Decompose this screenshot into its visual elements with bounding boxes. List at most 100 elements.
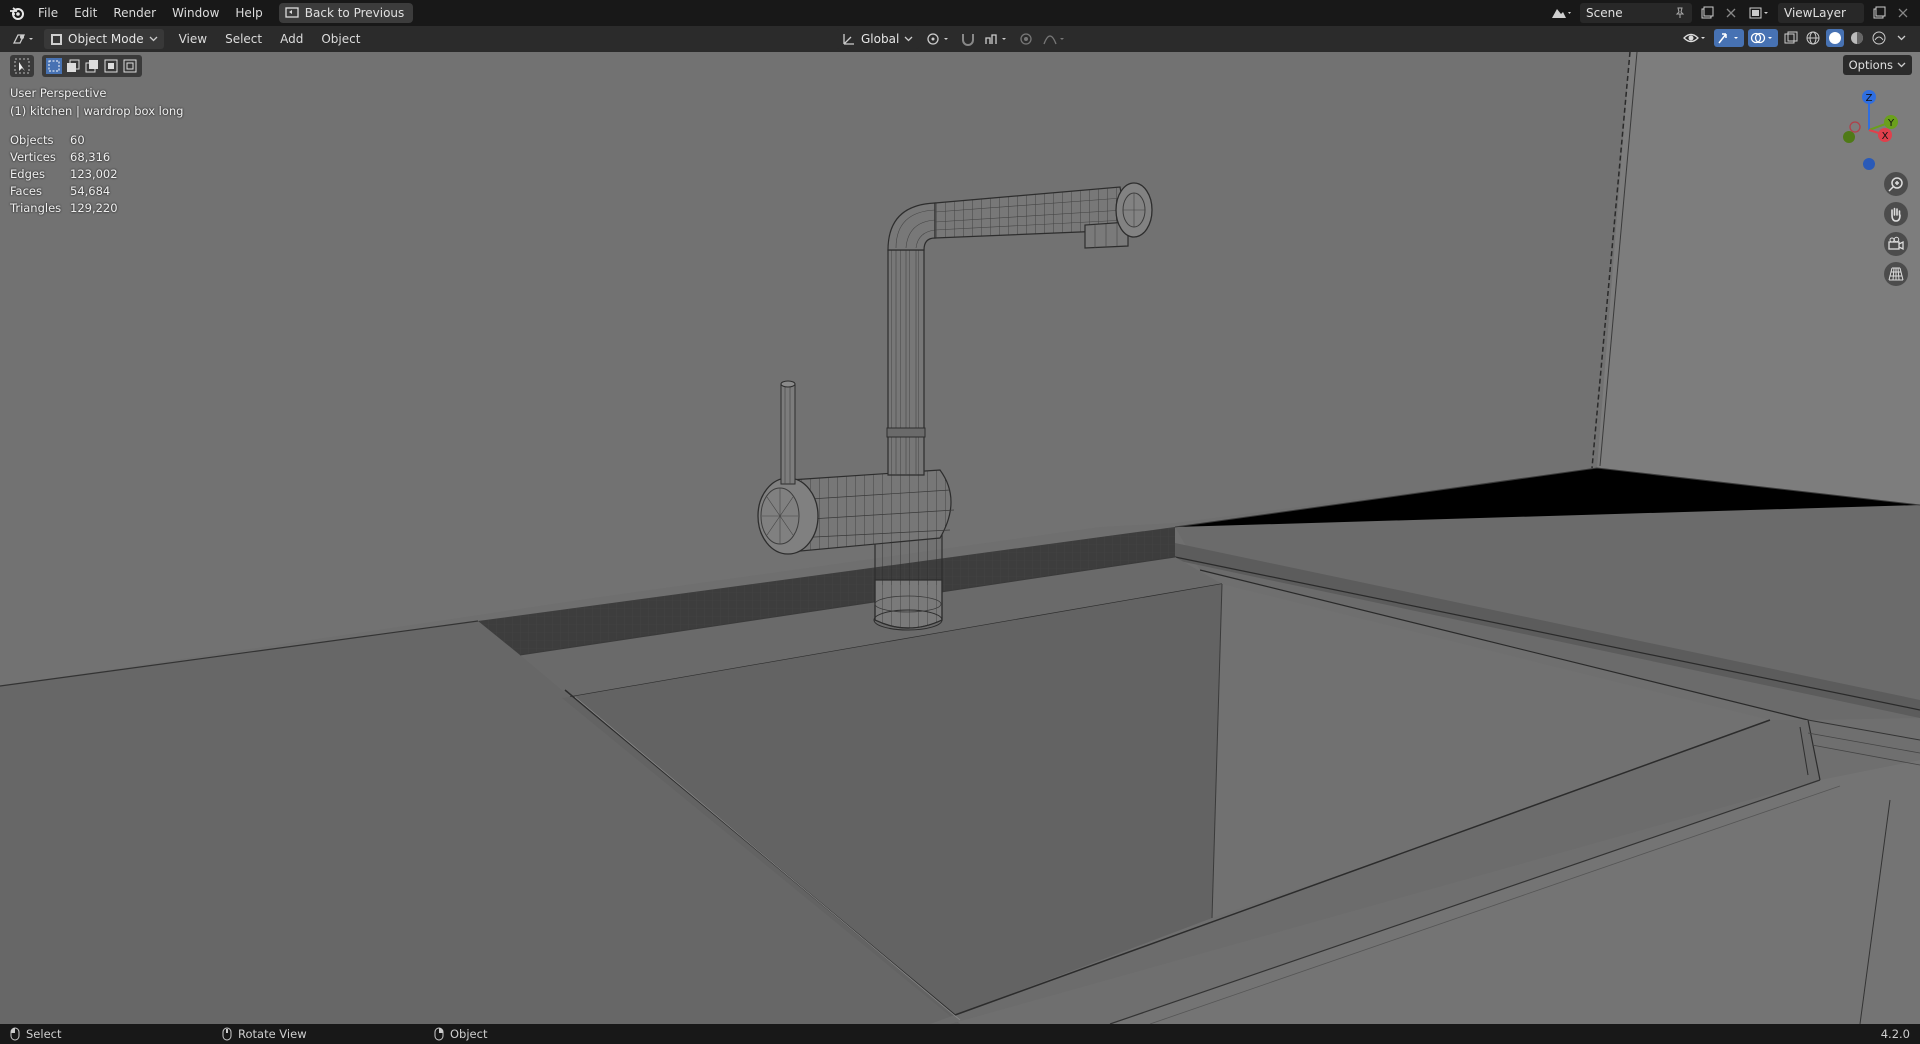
status-select-label: Select — [26, 1027, 62, 1041]
back-button-label: Back to Previous — [304, 6, 405, 20]
chevron-down-icon — [1897, 62, 1906, 68]
zoom-icon — [1888, 177, 1903, 192]
scene-name: Scene — [1586, 6, 1623, 20]
wireframe-shading-icon[interactable] — [1804, 29, 1822, 47]
camera-icon — [1888, 236, 1904, 251]
stat-value: 54,684 — [70, 184, 111, 198]
header-menu-select[interactable]: Select — [216, 32, 271, 46]
orientation-icon — [843, 34, 854, 45]
stat-row: Edges 123,002 — [10, 166, 118, 183]
camera-view-button[interactable] — [1884, 232, 1908, 256]
object-mode-dropdown[interactable]: Object Mode — [44, 29, 164, 49]
navigation-gizmo[interactable]: Z Y X — [1824, 85, 1914, 175]
scene-selector-icon[interactable] — [1548, 4, 1574, 22]
snap-target-icon[interactable] — [983, 30, 1011, 48]
menu-help[interactable]: Help — [227, 0, 270, 26]
view-layer-field[interactable]: ViewLayer — [1778, 3, 1864, 23]
falloff-icon[interactable] — [1041, 30, 1069, 48]
menu-render[interactable]: Render — [105, 0, 164, 26]
cursor-icon — [14, 58, 30, 74]
tool-settings — [10, 55, 142, 77]
back-to-previous-button[interactable]: Back to Previous — [278, 3, 414, 23]
stat-value: 60 — [70, 133, 85, 147]
stat-row: Triangles 129,220 — [10, 200, 118, 217]
orthographic-toggle-button[interactable] — [1884, 262, 1908, 286]
menu-window[interactable]: Window — [164, 0, 227, 26]
3d-viewport[interactable]: User Perspective (1) kitchen | wardrop b… — [0, 52, 1920, 1024]
view-layer-selector-icon[interactable] — [1746, 4, 1772, 22]
view-layer-name: ViewLayer — [1784, 6, 1846, 20]
axis-neg-z-handle[interactable] — [1863, 158, 1875, 170]
select-new-icon[interactable] — [46, 58, 62, 74]
hand-icon — [1891, 207, 1901, 222]
select-subtract-icon[interactable] — [84, 58, 100, 74]
shading-options-icon[interactable] — [1892, 29, 1910, 47]
menu-file[interactable]: File — [30, 0, 66, 26]
selection-mode-group — [42, 55, 142, 77]
stat-row: Vertices 68,316 — [10, 149, 118, 166]
axis-y-label: Y — [1887, 118, 1895, 129]
select-extend-icon[interactable] — [65, 58, 81, 74]
visibility-icon[interactable] — [1682, 29, 1710, 47]
axis-neg-y-handle[interactable] — [1843, 131, 1855, 143]
header-menu-add[interactable]: Add — [271, 32, 312, 46]
material-shading-icon[interactable] — [1848, 29, 1866, 47]
viewport-header: Object Mode View Select Add Object Globa… — [0, 26, 1920, 52]
new-scene-icon[interactable] — [1698, 4, 1716, 22]
stat-row: Faces 54,684 — [10, 183, 118, 200]
scene-controls: Scene ViewLayer — [1548, 0, 1912, 26]
version-label: 4.2.0 — [1880, 1027, 1910, 1041]
select-invert-icon[interactable] — [103, 58, 119, 74]
object-mode-label: Object Mode — [68, 32, 144, 46]
status-bar: Select Rotate View Object 4.2.0 — [0, 1024, 1920, 1044]
zoom-view-button[interactable] — [1884, 172, 1908, 196]
status-object-label: Object — [450, 1027, 488, 1041]
header-menu-object[interactable]: Object — [312, 32, 369, 46]
delete-scene-icon[interactable] — [1722, 4, 1740, 22]
chevron-down-icon — [904, 36, 913, 42]
stat-label: Faces — [10, 184, 42, 198]
editor-type-icon[interactable] — [10, 30, 38, 48]
object-mode-icon — [51, 33, 62, 45]
grid-icon — [1888, 267, 1904, 281]
stat-label: Triangles — [10, 201, 62, 215]
header-menu-view[interactable]: View — [170, 32, 216, 46]
select-tool-button[interactable] — [10, 55, 34, 77]
options-label: Options — [1848, 58, 1893, 72]
transform-orientation-label: Global — [861, 32, 900, 46]
scene-statistics: Objects 60 Vertices 68,316 Edges 123,002 Fa… — [10, 132, 118, 217]
proportional-editing-icon[interactable] — [1017, 30, 1035, 48]
snap-toggle-icon[interactable] — [959, 30, 977, 48]
perspective-label: User Perspective — [10, 86, 107, 100]
menu-edit[interactable]: Edit — [66, 0, 105, 26]
axis-neg-x-handle[interactable] — [1849, 121, 1861, 133]
stat-label: Vertices — [10, 150, 56, 164]
new-view-layer-icon[interactable] — [1870, 4, 1888, 22]
options-dropdown[interactable]: Options — [1842, 55, 1912, 75]
transform-orientation-dropdown[interactable]: Global — [836, 29, 920, 49]
blender-logo-icon[interactable] — [8, 4, 26, 22]
delete-view-layer-icon[interactable] — [1894, 4, 1912, 22]
stat-row: Objects 60 — [10, 132, 118, 149]
pan-view-button[interactable] — [1884, 202, 1908, 226]
pin-icon — [1675, 7, 1685, 18]
screen-icon — [285, 7, 299, 18]
scene-render[interactable] — [0, 52, 1920, 1024]
solid-shading-icon[interactable] — [1826, 29, 1844, 47]
status-object: Object — [434, 1027, 487, 1041]
axis-z-label: Z — [1866, 93, 1873, 104]
rendered-shading-icon[interactable] — [1870, 29, 1888, 47]
active-object-label: (1) kitchen | wardrop box long — [10, 104, 184, 118]
select-intersect-icon[interactable] — [122, 58, 138, 74]
top-bar: File Edit Render Window Help Back to Pre… — [0, 0, 1920, 26]
overlays-icon[interactable] — [1748, 29, 1778, 47]
mouse-left-icon — [10, 1027, 20, 1041]
stat-value: 129,220 — [70, 201, 118, 215]
pivot-point-icon[interactable] — [925, 30, 953, 48]
xray-toggle-icon[interactable] — [1782, 29, 1800, 47]
gizmo-toggle-icon[interactable] — [1714, 29, 1744, 47]
mouse-middle-icon — [222, 1027, 232, 1041]
axis-x-label: X — [1882, 131, 1889, 142]
status-rotate-label: Rotate View — [238, 1027, 307, 1041]
scene-name-field[interactable]: Scene — [1580, 3, 1692, 23]
